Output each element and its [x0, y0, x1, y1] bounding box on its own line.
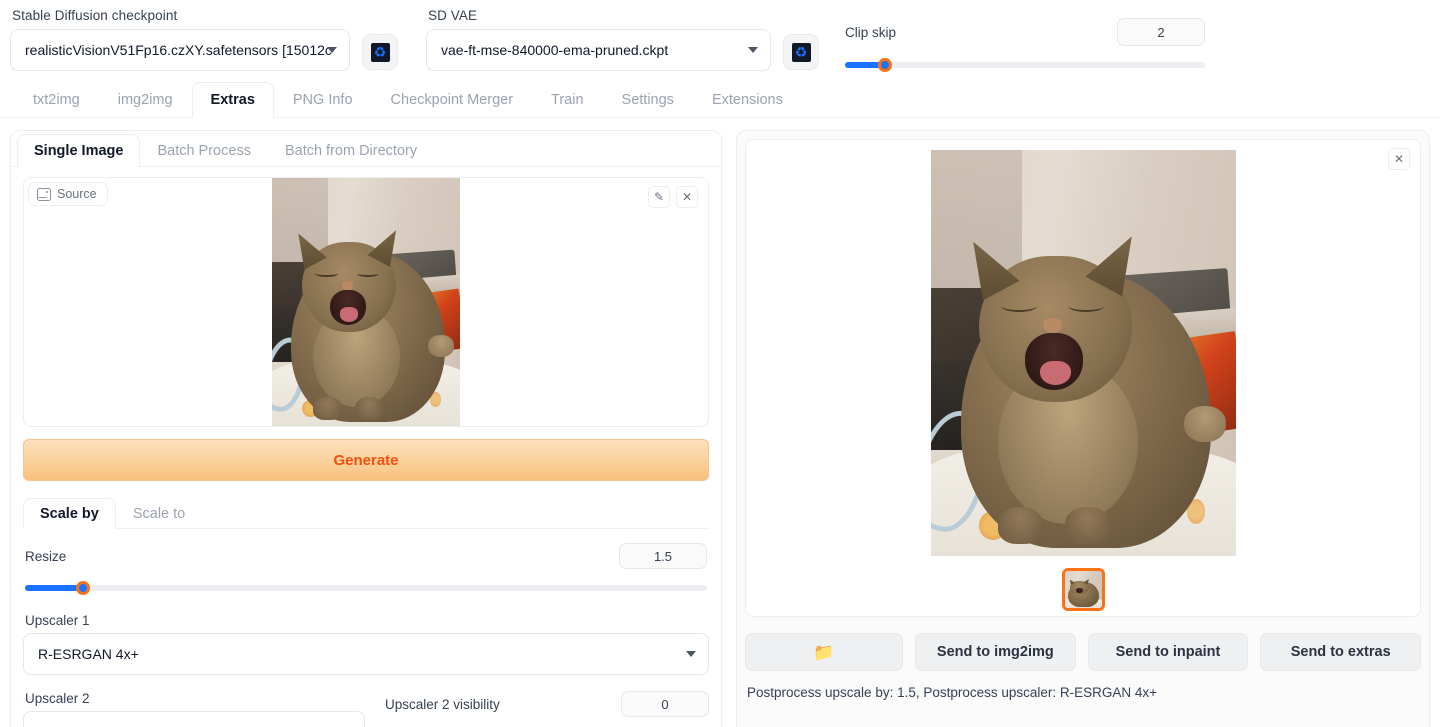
- upscaler-1-label: Upscaler 1: [25, 613, 90, 628]
- tab-scale-to[interactable]: Scale to: [116, 498, 202, 529]
- checkpoint-value: realisticVisionV51Fp16.czXY.safetensors …: [25, 42, 332, 58]
- tab-train[interactable]: Train: [532, 82, 603, 118]
- chevron-down-icon: [327, 47, 337, 53]
- result-image-box: ✕: [745, 139, 1421, 617]
- tab-scale-by[interactable]: Scale by: [23, 498, 116, 529]
- upscaler-2-visibility-input[interactable]: 0: [621, 691, 709, 717]
- upscaler-2-visibility-label: Upscaler 2 visibility: [385, 696, 500, 712]
- image-icon: [37, 187, 51, 201]
- subtab-single-image[interactable]: Single Image: [17, 134, 141, 167]
- resize-input[interactable]: 1.5: [619, 543, 707, 569]
- postprocess-note: Postprocess upscale by: 1.5, Postprocess…: [747, 685, 1158, 700]
- upscaler-1-value: R-ESRGAN 4x+: [38, 646, 139, 662]
- result-action-buttons: 📁 Send to img2img Send to inpaint Send t…: [745, 633, 1422, 671]
- tab-settings[interactable]: Settings: [603, 82, 693, 118]
- refresh-icon: ♻: [370, 42, 390, 62]
- single-image-pane: Source ✎ ✕ Generate Scale by Scale to Re…: [11, 167, 721, 727]
- extras-result-panel: ✕ 📁 Send to img2img Send to inpaint Send…: [736, 130, 1430, 727]
- tab-extras[interactable]: Extras: [191, 82, 274, 118]
- result-image: [930, 150, 1236, 556]
- refresh-vae-button[interactable]: ♻: [783, 34, 819, 70]
- main-tab-bar: txt2img img2img Extras PNG Info Checkpoi…: [0, 80, 1440, 118]
- vae-select[interactable]: vae-ft-mse-840000-ema-pruned.ckpt: [426, 29, 771, 71]
- tab-extensions[interactable]: Extensions: [693, 82, 802, 118]
- resize-slider[interactable]: [25, 579, 707, 597]
- app-root: Stable Diffusion checkpoint realisticVis…: [0, 0, 1440, 727]
- chevron-down-icon: [686, 651, 696, 657]
- clip-skip-input[interactable]: 2: [1117, 18, 1205, 46]
- send-to-inpaint-button[interactable]: Send to inpaint: [1087, 633, 1249, 671]
- source-image-tools: ✎ ✕: [648, 186, 698, 208]
- subtab-batch-from-directory[interactable]: Batch from Directory: [268, 134, 434, 167]
- tab-checkpoint-merger[interactable]: Checkpoint Merger: [372, 82, 533, 118]
- source-image: [272, 178, 460, 426]
- extras-sub-tab-bar: Single Image Batch Process Batch from Di…: [11, 131, 721, 167]
- slider-track: [845, 62, 1205, 68]
- scale-tab-bar: Scale by Scale to: [23, 495, 709, 529]
- checkpoint-label: Stable Diffusion checkpoint: [12, 8, 178, 23]
- send-to-img2img-button[interactable]: Send to img2img: [915, 633, 1076, 671]
- close-result-button[interactable]: ✕: [1388, 148, 1410, 170]
- clip-skip-label: Clip skip: [845, 24, 897, 40]
- resize-label: Resize: [25, 548, 67, 564]
- send-to-extras-button[interactable]: Send to extras: [1260, 633, 1422, 671]
- source-tag: Source: [28, 182, 108, 206]
- source-image-dropzone[interactable]: Source ✎ ✕: [23, 177, 709, 427]
- main-content: Single Image Batch Process Batch from Di…: [0, 118, 1440, 727]
- upscaler-2-field: Upscaler 2 None: [23, 675, 365, 727]
- upscaler-2-select[interactable]: None: [23, 711, 365, 727]
- vae-field: SD VAE vae-ft-mse-840000-ema-pruned.ckpt: [426, 8, 771, 71]
- upscaler-2-visibility-control: Upscaler 2 visibility 0: [385, 675, 709, 727]
- source-tag-label: Source: [57, 187, 97, 201]
- checkpoint-field: Stable Diffusion checkpoint realisticVis…: [10, 8, 350, 71]
- vae-value: vae-ft-mse-840000-ema-pruned.ckpt: [441, 42, 669, 58]
- tab-txt2img[interactable]: txt2img: [14, 82, 99, 118]
- folder-icon: 📁: [813, 642, 835, 662]
- result-thumbnail[interactable]: [1061, 568, 1105, 611]
- upscaler-2-row: Upscaler 2 None Upscaler 2 visibility 0: [23, 675, 709, 727]
- refresh-checkpoint-button[interactable]: ♻: [362, 34, 398, 70]
- checkpoint-select[interactable]: realisticVisionV51Fp16.czXY.safetensors …: [10, 29, 350, 71]
- extras-left-panel: Single Image Batch Process Batch from Di…: [10, 130, 722, 727]
- quick-settings-bar: Stable Diffusion checkpoint realisticVis…: [0, 0, 1440, 80]
- vae-label: SD VAE: [428, 8, 478, 23]
- thumbnail-image: [1064, 571, 1102, 608]
- clip-skip-slider[interactable]: [845, 56, 1205, 74]
- clip-skip-control: Clip skip 2: [845, 8, 1205, 74]
- slider-fill: [25, 585, 83, 591]
- open-folder-button[interactable]: 📁: [745, 633, 903, 671]
- generate-button[interactable]: Generate: [23, 439, 709, 481]
- resize-control: Resize 1.5: [23, 529, 709, 597]
- upscaler-2-label: Upscaler 2: [25, 691, 90, 706]
- upscaler-1-select[interactable]: R-ESRGAN 4x+: [23, 633, 709, 675]
- result-thumbnail-strip: [1061, 568, 1105, 611]
- edit-image-button[interactable]: ✎: [648, 186, 670, 208]
- tab-png-info[interactable]: PNG Info: [274, 82, 372, 118]
- refresh-icon: ♻: [791, 42, 811, 62]
- slider-thumb[interactable]: [75, 581, 90, 595]
- subtab-batch-process[interactable]: Batch Process: [140, 134, 268, 167]
- tab-img2img[interactable]: img2img: [99, 82, 192, 118]
- chevron-down-icon: [748, 47, 758, 53]
- clear-image-button[interactable]: ✕: [676, 186, 698, 208]
- slider-thumb[interactable]: [877, 58, 892, 72]
- slider-track: [25, 585, 707, 591]
